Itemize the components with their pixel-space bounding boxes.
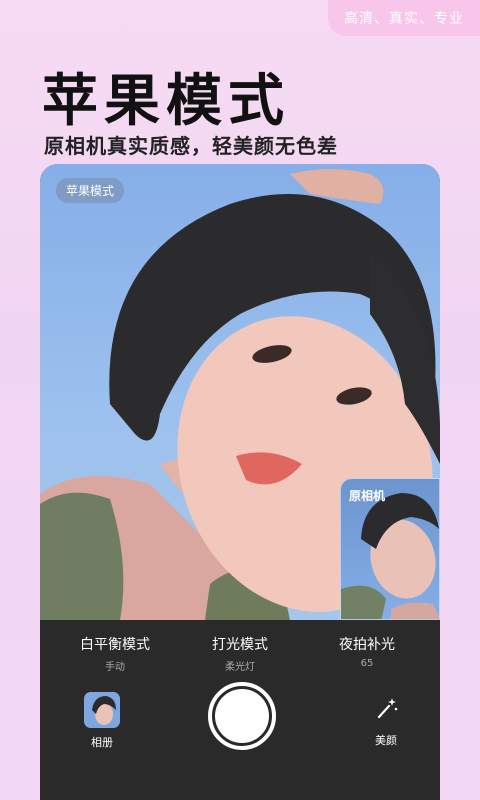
mode-badge: 苹果模式 (56, 178, 125, 203)
album-thumbnail-image (84, 692, 120, 728)
shutter-inner (215, 689, 269, 743)
camera-controls-panel: 白平衡模式 手动 打光模式 柔光灯 夜拍补光 65 相册 美颜 (40, 620, 440, 800)
album-button[interactable]: 相册 (82, 692, 122, 750)
album-label: 相册 (91, 736, 113, 749)
hero-title: 苹果模式 (42, 69, 290, 134)
shutter-button[interactable] (208, 682, 276, 750)
night-fill-light-label: 夜拍补光 (339, 637, 395, 653)
original-camera-thumbnail[interactable]: 原相机 (340, 478, 440, 620)
lighting-mode-value: 柔光灯 (225, 662, 255, 673)
album-thumbnail (84, 692, 120, 728)
tagline-text: 高清、真实、专业 (344, 11, 464, 27)
lighting-mode-label: 打光模式 (212, 637, 268, 653)
lighting-mode-option[interactable]: 打光模式 柔光灯 (185, 634, 295, 673)
magic-wand-icon (377, 698, 398, 719)
original-camera-label: 原相机 (349, 489, 386, 503)
white-balance-value: 手动 (105, 662, 125, 673)
night-fill-light-option[interactable]: 夜拍补光 65 (312, 634, 422, 669)
white-balance-label: 白平衡模式 (80, 637, 150, 653)
beauty-button[interactable]: 美颜 (366, 696, 406, 748)
tagline-pill: 高清、真实、专业 (328, 0, 480, 36)
camera-preview-photo: 苹果模式 原相机 (40, 164, 440, 620)
hero-subtitle: 原相机真实质感，轻美颜无色差 (44, 134, 338, 158)
night-fill-light-value: 65 (360, 658, 374, 669)
white-balance-option[interactable]: 白平衡模式 手动 (60, 634, 170, 673)
beauty-label: 美颜 (375, 734, 397, 747)
camera-preview-card: 苹果模式 原相机 白平衡模式 手动 打光模式 柔光灯 夜拍补光 65 相册 美颜 (40, 164, 440, 800)
